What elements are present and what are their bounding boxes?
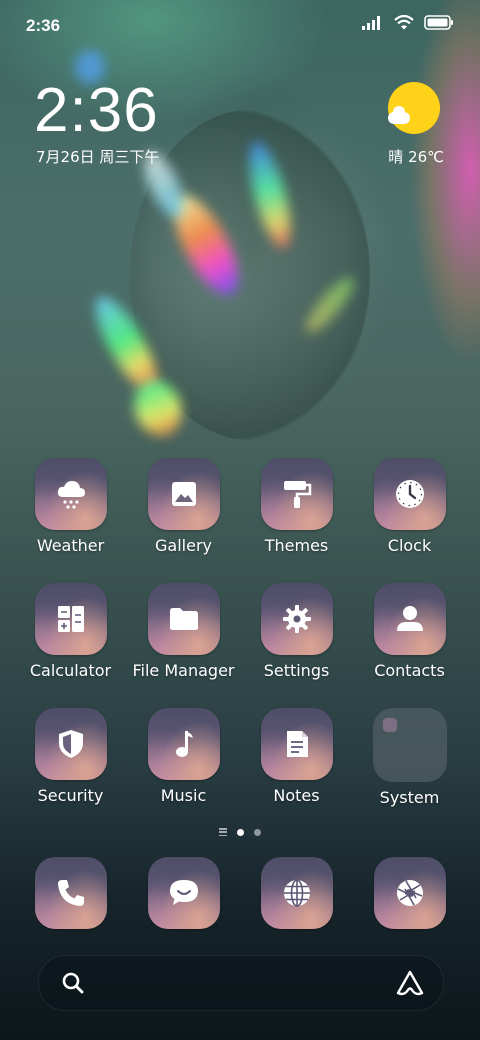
clock-widget-date[interactable]: 7月26日 周三下午 [36,146,159,167]
app-label: Calculator [29,661,112,680]
signal-icon [362,15,380,30]
app-label: Gallery [155,536,212,555]
notes-app-tile[interactable] [260,708,333,780]
clock-icon [395,480,424,508]
settings-app-tile[interactable] [260,583,333,655]
status-time: 2:36 [26,16,61,35]
page-dot [254,828,261,836]
app-gallery[interactable]: Gallery [127,458,240,583]
chat-bubble-icon [169,880,198,905]
contacts-app-tile[interactable] [373,583,446,655]
person-icon [396,606,423,631]
app-label: Music [160,786,207,805]
app-weather[interactable]: Weather [14,458,127,583]
app-file-manager[interactable]: File Manager [127,583,240,708]
file-manager-app-tile[interactable] [147,583,220,655]
cloud-rain-icon [57,481,85,509]
app-label: System [379,788,440,807]
music-note-icon [175,731,193,757]
phone-app-tile[interactable] [34,857,107,929]
folder-mini-app-icon [382,718,397,732]
camera-app-tile[interactable] [373,857,446,929]
phone-icon [57,880,84,906]
app-label: Notes [273,786,320,805]
app-contacts[interactable]: Contacts [353,583,466,708]
globe-icon [283,879,310,907]
browser-app-tile[interactable] [260,857,333,929]
app-settings[interactable]: Settings [240,583,353,708]
weather-app-tile[interactable] [34,458,107,530]
dock [14,857,466,929]
app-label: Contacts [374,661,445,680]
app-label: Themes [264,536,329,555]
app-security[interactable]: Security [14,708,127,833]
status-icons [362,15,454,30]
calculator-icon [57,606,84,632]
search-icon[interactable] [61,971,85,995]
app-label: Settings [263,661,330,680]
sun-cloud-icon [388,82,440,134]
app-drawer-indicator-icon [219,828,227,836]
themes-app-tile[interactable] [260,458,333,530]
page-indicator[interactable] [0,828,480,836]
app-row: Security Music Notes System [14,708,466,833]
shield-icon [58,730,83,758]
dock-phone[interactable] [14,857,127,929]
app-label: Security [37,786,104,805]
gallery-app-tile[interactable] [147,458,220,530]
system-folder-tile[interactable] [372,708,447,782]
paint-roller-icon [283,481,311,508]
app-notes[interactable]: Notes [240,708,353,833]
assistant-icon[interactable] [395,969,425,997]
weather-widget-text[interactable]: 晴 26℃ [388,146,444,167]
page-dot-active [237,828,244,836]
dock-messages[interactable] [127,857,240,929]
folder-icon [169,608,198,630]
wifi-icon [394,15,414,30]
messages-app-tile[interactable] [147,857,220,929]
app-label: Clock [387,536,432,555]
app-folder-system[interactable]: System [353,708,466,833]
status-bar[interactable]: 2:36 [0,0,480,52]
dock-camera[interactable] [353,857,466,929]
app-clock[interactable]: Clock [353,458,466,583]
search-bar[interactable] [38,955,444,1011]
app-music[interactable]: Music [127,708,240,833]
app-themes[interactable]: Themes [240,458,353,583]
calculator-app-tile[interactable] [34,583,107,655]
note-icon [286,731,308,757]
battery-icon [424,15,453,30]
app-label: File Manager [132,661,235,680]
app-label: Weather [36,536,105,555]
clock-app-tile[interactable] [373,458,446,530]
dock-browser[interactable] [240,857,353,929]
app-calculator[interactable]: Calculator [14,583,127,708]
image-icon [171,482,196,506]
app-row: Calculator File Manager Settings Contact… [14,583,466,708]
clock-widget-time[interactable]: 2:36 [34,76,159,146]
music-app-tile[interactable] [147,708,220,780]
app-grid: Weather Gallery Themes Clock Calculator … [14,458,466,833]
weather-widget[interactable] [384,82,444,134]
camera-aperture-icon [396,880,423,906]
gear-icon [282,605,311,633]
security-app-tile[interactable] [34,708,107,780]
app-row: Weather Gallery Themes Clock [14,458,466,583]
